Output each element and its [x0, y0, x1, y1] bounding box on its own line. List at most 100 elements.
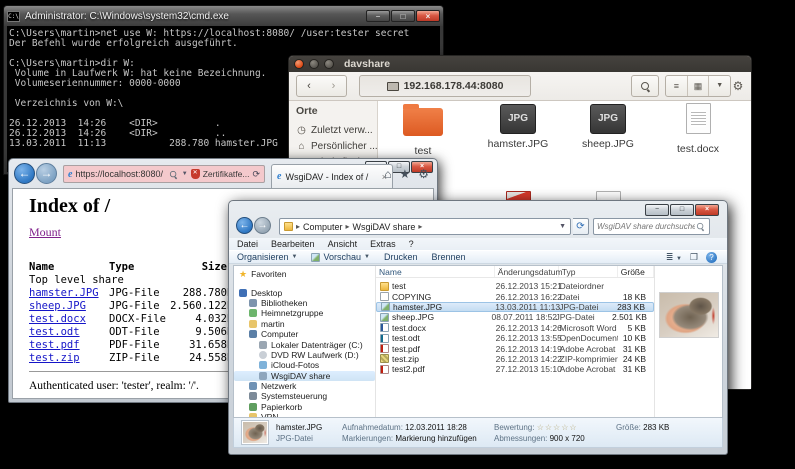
menu-datei[interactable]: Datei	[237, 239, 258, 249]
menu-hilfe[interactable]: ?	[409, 239, 414, 249]
menu-ansicht[interactable]: Ansicht	[328, 239, 358, 249]
file-item[interactable]: test.docx	[654, 103, 742, 155]
file-link[interactable]: test.zip	[29, 352, 80, 364]
help-icon[interactable]: ?	[706, 252, 717, 263]
file-item[interactable]: test	[379, 104, 467, 157]
forward-button[interactable]: ›	[321, 75, 347, 97]
refresh-button[interactable]: ⟳	[573, 218, 589, 235]
forward-button[interactable]: →	[254, 217, 271, 234]
sidebar-item-wsgidav-share[interactable]: WsgiDAV share	[234, 371, 375, 381]
gear-icon[interactable]: ⚙	[727, 75, 749, 97]
address-bar[interactable]: e https://localhost:8080/ ▼ ✕ Zertifikat…	[63, 165, 265, 183]
menu-extras[interactable]: Extras	[370, 239, 396, 249]
breadcrumb-arrow-icon: ▸	[346, 222, 350, 231]
home-icon[interactable]: ⌂	[384, 167, 391, 181]
refresh-icon[interactable]: ⟳	[252, 169, 260, 180]
sidebar-item-systemsteuerung[interactable]: Systemsteuerung	[234, 391, 375, 401]
breadcrumb-computer[interactable]: Computer	[303, 222, 343, 232]
maximize-button[interactable]: □	[391, 10, 415, 22]
menu-bearbeiten[interactable]: Bearbeiten	[271, 239, 315, 249]
table-row[interactable]: test2.pdf27.12.2013 15:10Adobe Acrobat D…	[376, 364, 654, 374]
browser-tab[interactable]: e WsgiDAV - Index of / ×	[271, 164, 393, 188]
sidebar-item-recent[interactable]: ◷Zuletzt verw...	[296, 122, 377, 138]
search-button[interactable]	[631, 75, 659, 97]
list-view-icon[interactable]: ≡	[666, 76, 688, 96]
sidebar-item-desktop[interactable]: Desktop	[234, 287, 375, 297]
file-link[interactable]: test.docx	[29, 313, 86, 325]
chevron-down-icon[interactable]: ▼	[182, 171, 188, 177]
table-row[interactable]: test.docx26.12.2013 14:26Microsoft Word …	[376, 323, 654, 333]
table-row[interactable]: test.odt26.12.2013 13:55OpenDocument T..…	[376, 333, 654, 343]
back-button[interactable]: ‹	[296, 75, 322, 97]
file-link[interactable]: test.odt	[29, 326, 80, 338]
sidebar-item-heimnetzgruppe[interactable]: Heimnetzgruppe	[234, 308, 375, 318]
details-size: Größe: 283 KB	[616, 423, 669, 432]
sidebar-item-local-disk[interactable]: Lokaler Datenträger (C:)	[234, 339, 375, 349]
preview-button[interactable]: Vorschau▼	[311, 252, 369, 262]
sidebar-item-favoriten[interactable]: ★Favoriten	[234, 269, 375, 279]
print-button[interactable]: Drucken	[384, 252, 418, 262]
certificate-error-button[interactable]: Zertifikatfe...	[203, 169, 250, 179]
column-name[interactable]: Name	[376, 266, 495, 277]
homegroup-icon	[249, 309, 257, 317]
close-icon[interactable]	[294, 59, 304, 69]
details-file-name: hamster.JPG	[276, 423, 322, 432]
folder-icon	[403, 108, 443, 136]
sidebar-item-bibliotheken[interactable]: Bibliotheken	[234, 298, 375, 308]
chevron-down-icon[interactable]: ▼	[559, 223, 566, 230]
search-box[interactable]	[593, 218, 710, 235]
table-row[interactable]: test.pdf26.12.2013 14:19Adobe Acrobat D.…	[376, 343, 654, 353]
breadcrumb-current[interactable]: WsgiDAV share	[353, 222, 416, 232]
table-row[interactable]: test.zip26.12.2013 14:22ZIP-komprimierte…	[376, 354, 654, 364]
column-type[interactable]: Typ	[559, 266, 618, 277]
back-button[interactable]: ←	[236, 217, 253, 234]
minimize-icon[interactable]	[309, 59, 319, 69]
file-link[interactable]: test.pdf	[29, 339, 80, 351]
views-icon[interactable]: ≣ ▼	[666, 252, 682, 263]
sidebar-item-computer[interactable]: Computer	[234, 329, 375, 339]
organize-button[interactable]: Organisieren▼	[237, 252, 297, 262]
table-row[interactable]: COPYING26.12.2013 16:22Datei18 KB	[376, 291, 654, 301]
maximize-icon[interactable]	[324, 59, 334, 69]
close-button[interactable]: ×	[416, 10, 440, 22]
minimize-button[interactable]: −	[645, 204, 669, 216]
table-row-selected[interactable]: hamster.JPG13.03.2011 11:13JPG-Datei283 …	[376, 302, 654, 312]
add-tag-link[interactable]: Markierung hinzufügen	[395, 434, 476, 443]
minimize-button[interactable]: −	[366, 10, 390, 22]
maximize-button[interactable]: □	[670, 204, 694, 216]
rating-stars[interactable]: ☆☆☆☆☆	[537, 423, 578, 432]
file-item[interactable]: JPGhamster.JPG	[474, 104, 562, 150]
sidebar-item-home[interactable]: ⌂Persönlicher ...	[296, 138, 377, 154]
search-icon[interactable]	[169, 170, 178, 179]
explorer-window: − □ × ← → ▸ Computer ▸ WsgiDAV share ▸ ▼…	[228, 200, 728, 455]
table-row[interactable]: test26.12.2013 15:21Dateiordner	[376, 281, 654, 291]
burn-button[interactable]: Brennen	[431, 252, 465, 262]
search-input[interactable]	[597, 222, 695, 231]
sidebar-item-papierkorb[interactable]: Papierkorb	[234, 402, 375, 412]
back-button[interactable]: ←	[14, 163, 35, 184]
url-text[interactable]: https://localhost:8080/	[75, 169, 164, 179]
close-button[interactable]: ×	[695, 204, 719, 216]
sidebar-item-vpn[interactable]: VPN	[234, 412, 375, 417]
sidebar-item-icloud-fotos[interactable]: iCloud-Fotos	[234, 360, 375, 370]
grid-view-icon[interactable]: ▦	[688, 76, 710, 96]
file-link[interactable]: sheep.JPG	[29, 300, 86, 312]
preview-pane-icon[interactable]: ❐	[690, 252, 698, 263]
table-row[interactable]: sheep.JPG08.07.2011 18:52JPG-Datei2.501 …	[376, 312, 654, 322]
file-link[interactable]: hamster.JPG	[29, 287, 99, 299]
image-file-icon	[380, 313, 389, 322]
cmd-title-bar: C:\ Administrator: C:\Windows\system32\c…	[4, 6, 443, 26]
address-button[interactable]: 192.168.178.44:8080	[359, 75, 531, 97]
nautilus-toolbar: ‹ › 192.168.178.44:8080 ≡ ▦ ▼ ⚙	[289, 72, 751, 101]
column-date[interactable]: Änderungsdatum	[495, 266, 559, 277]
file-item[interactable]: JPGsheep.JPG	[564, 104, 652, 150]
mount-link[interactable]: Mount	[29, 225, 61, 240]
sidebar-item-netzwerk[interactable]: Netzwerk	[234, 381, 375, 391]
column-size[interactable]: Größe	[618, 266, 654, 277]
favorites-star-icon[interactable]: ★	[399, 167, 410, 181]
settings-gear-icon[interactable]: ⚙	[418, 167, 429, 181]
sidebar-item-martin[interactable]: martin	[234, 319, 375, 329]
sidebar-item-dvd-drive[interactable]: DVD RW Laufwerk (D:)	[234, 350, 375, 360]
forward-button[interactable]: →	[36, 163, 57, 184]
breadcrumb[interactable]: ▸ Computer ▸ WsgiDAV share ▸ ▼	[279, 218, 571, 235]
